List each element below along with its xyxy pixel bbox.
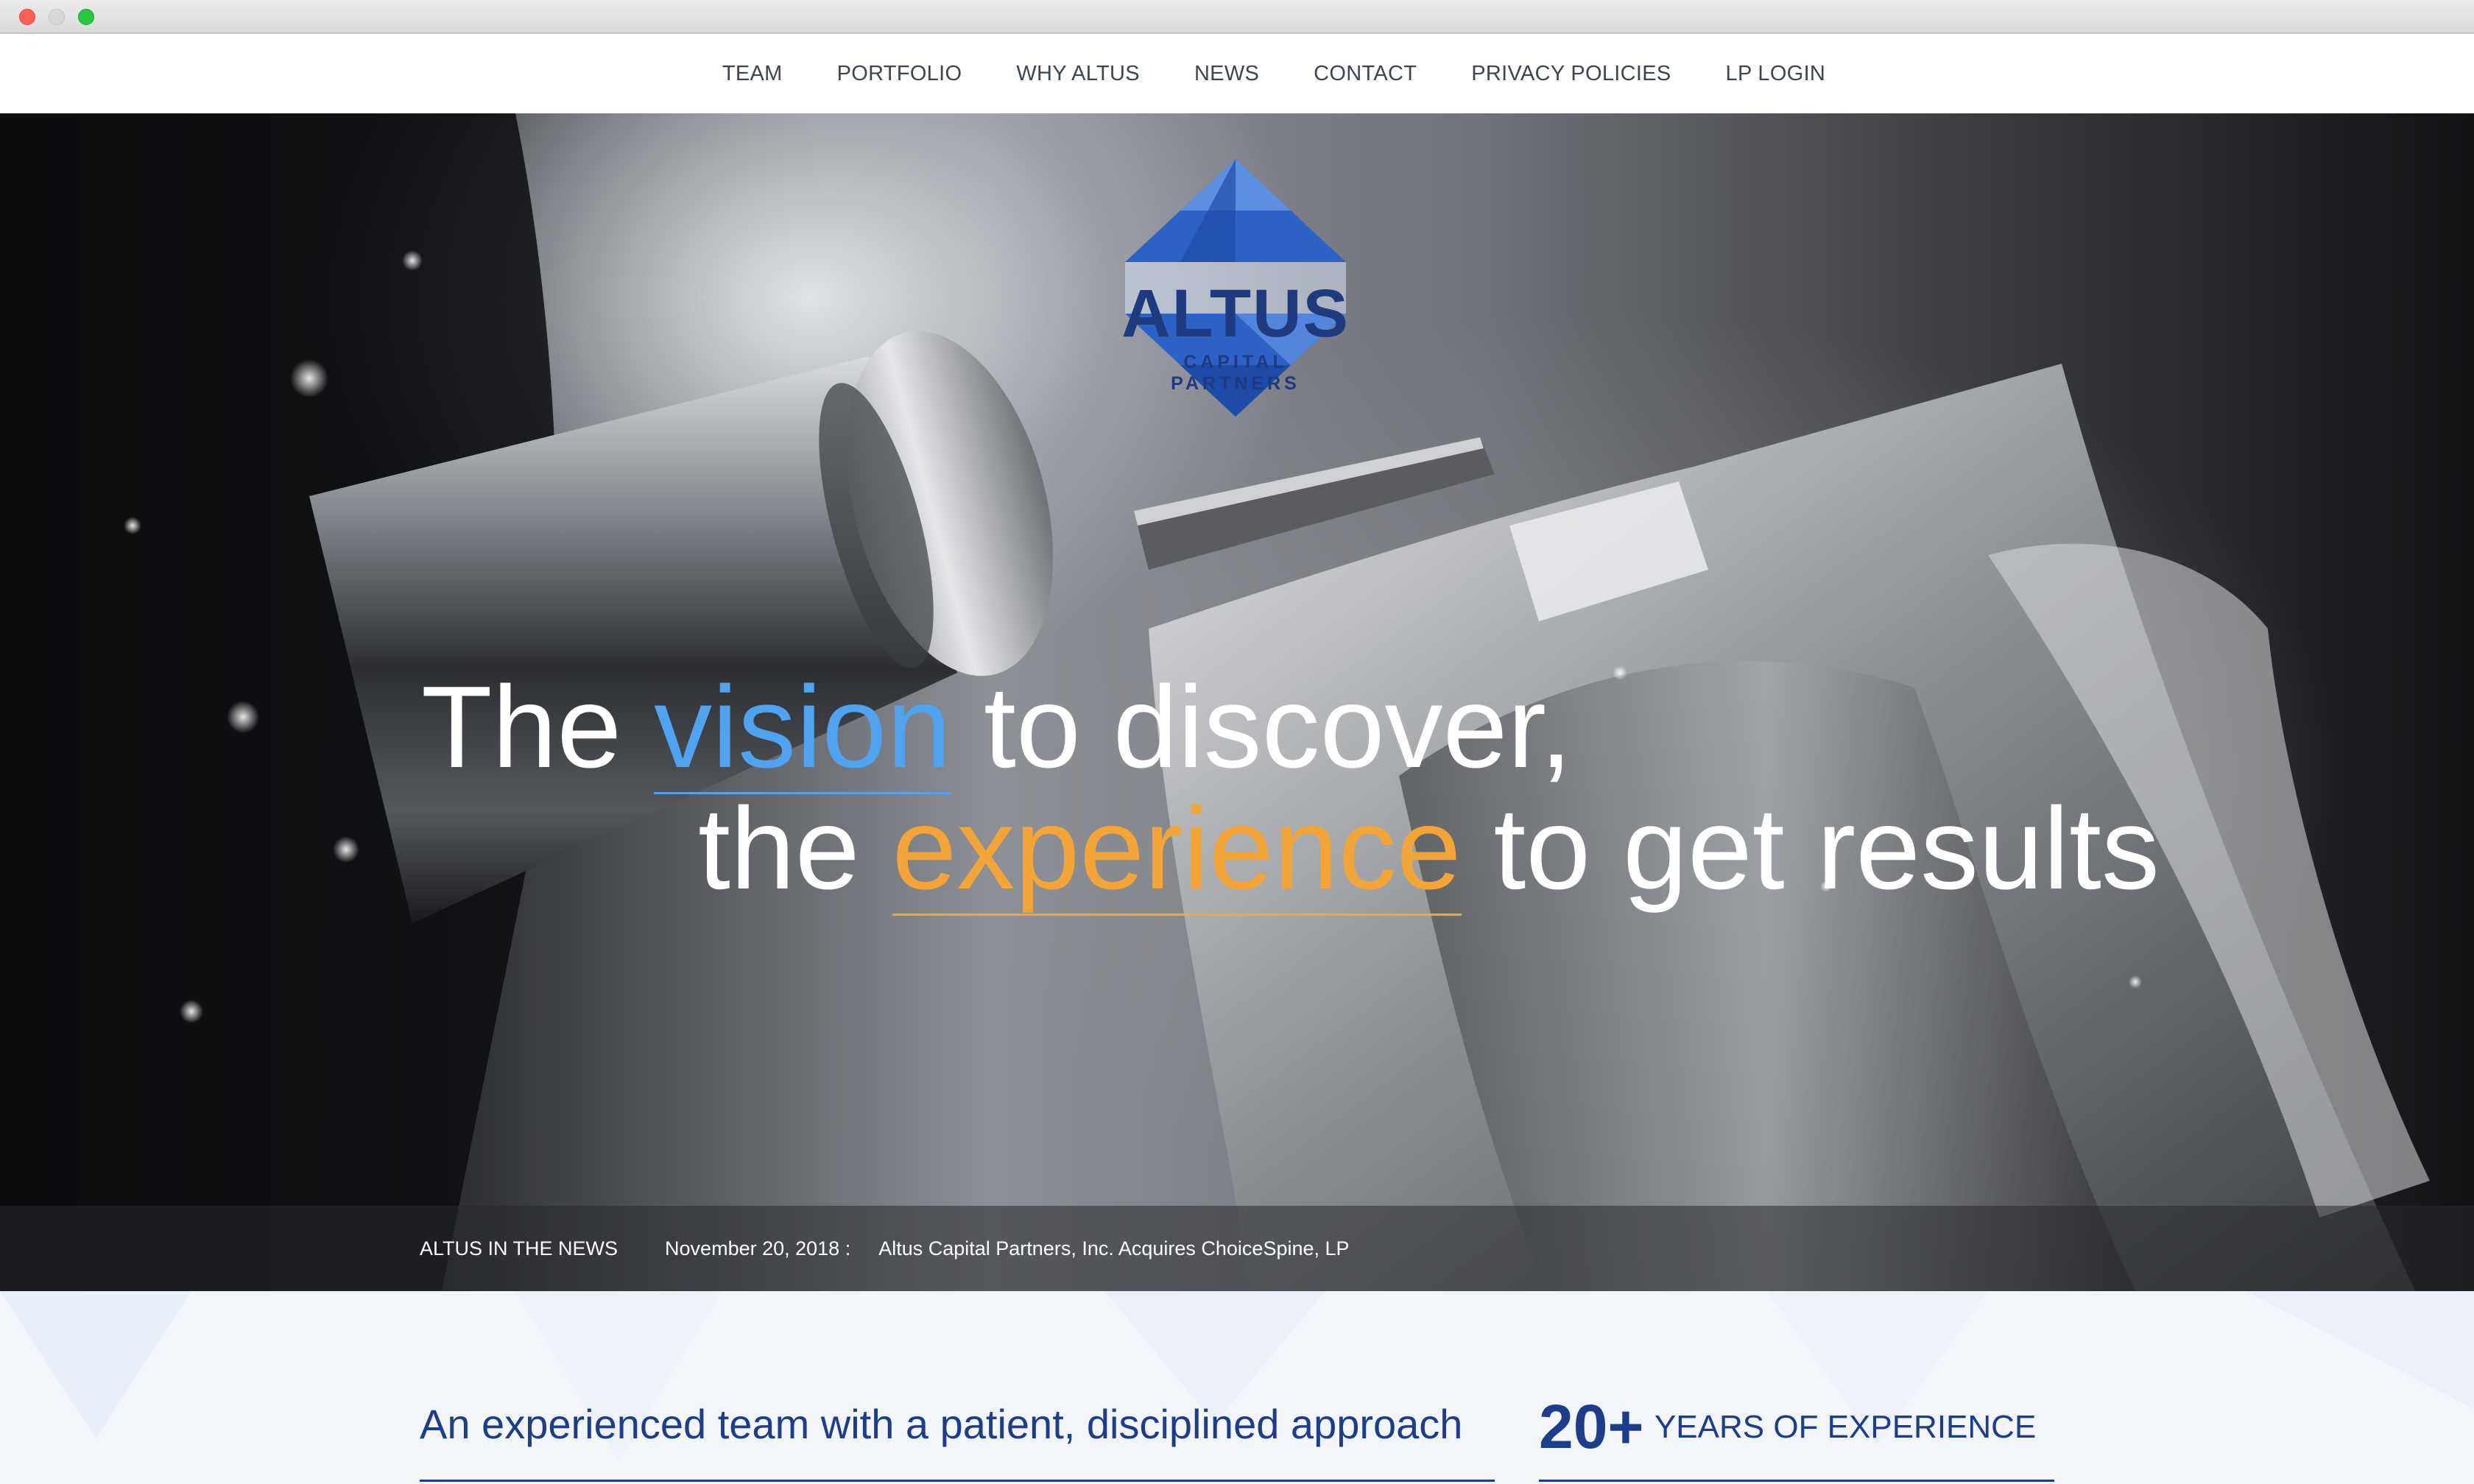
nav-item-why-altus[interactable]: WHY ALTUS (1016, 62, 1140, 86)
hero-line-1-post: to discover, (951, 662, 1573, 792)
hero-line-2-post: to get results (1461, 784, 2160, 914)
hero-line-2: the experience to get results (698, 784, 2160, 916)
nav-item-privacy-policies[interactable]: PRIVACY POLICIES (1471, 62, 1671, 86)
hero-line-2-pre: the (698, 784, 892, 914)
nav-item-portfolio[interactable]: PORTFOLIO (837, 62, 962, 86)
years-label: YEARS OF EXPERIENCE (1654, 1408, 2037, 1445)
news-ticker: ALTUS IN THE NEWS November 20, 2018 : Al… (0, 1206, 2474, 1291)
window-close-button[interactable] (19, 9, 35, 25)
hero-line-1: The vision to discover, (421, 662, 1572, 794)
hero-highlight-vision: vision (654, 662, 952, 794)
nav-item-news[interactable]: NEWS (1194, 62, 1259, 86)
intro-heading-underline (420, 1480, 1495, 1482)
hero-line-1-pre: The (421, 662, 655, 792)
news-item-date: November 20, 2018 : (665, 1237, 851, 1259)
logo-subtitle: CAPITAL PARTNERS (1171, 352, 1300, 394)
main-navbar: TEAM PORTFOLIO WHY ALTUS NEWS CONTACT PR… (0, 34, 2474, 113)
nav-item-team[interactable]: TEAM (722, 62, 783, 86)
window-minimize-button[interactable] (49, 9, 65, 25)
news-item-link[interactable]: Altus Capital Partners, Inc. Acquires Ch… (878, 1237, 1349, 1260)
altus-logo[interactable]: ALTUS CAPITAL PARTNERS (1118, 159, 1353, 417)
hero-highlight-experience: experience (892, 784, 1462, 916)
news-ticker-label: ALTUS IN THE NEWS (420, 1237, 618, 1259)
main-nav: TEAM PORTFOLIO WHY ALTUS NEWS CONTACT PR… (695, 62, 1853, 86)
years-number: 20+ (1539, 1392, 1644, 1461)
years-of-experience: 20+ YEARS OF EXPERIENCE (1539, 1391, 2036, 1463)
logo-wordmark: ALTUS (1121, 276, 1350, 351)
intro-section: An experienced team with a patient, disc… (0, 1291, 2474, 1484)
window-zoom-button[interactable] (78, 9, 94, 25)
intro-heading: An experienced team with a patient, disc… (420, 1401, 1463, 1447)
hero-section: ALTUS CAPITAL PARTNERS The vision to dis… (0, 113, 2474, 1291)
intro-background-pattern (0, 1291, 2474, 1460)
years-underline (1539, 1480, 2054, 1482)
nav-item-contact[interactable]: CONTACT (1314, 62, 1417, 86)
nav-item-lp-login[interactable]: LP LOGIN (1726, 62, 1826, 86)
news-ticker-content: ALTUS IN THE NEWS November 20, 2018 : Al… (420, 1206, 1350, 1291)
browser-titlebar (0, 0, 2474, 34)
